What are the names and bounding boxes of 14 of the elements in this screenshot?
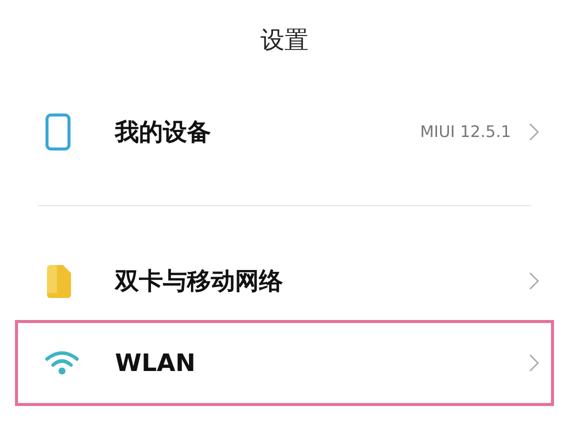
wifi-icon: [45, 350, 79, 376]
row-label: 我的设备: [115, 117, 211, 148]
settings-row[interactable]: 我的设备 MIUI 12.5.1: [0, 80, 569, 184]
tablet-icon: [45, 113, 71, 151]
chevron-icon: [529, 354, 539, 372]
sim-card-icon: [45, 263, 73, 299]
page-title: 设置: [260, 25, 308, 56]
row-value: MIUI 12.5.1: [420, 121, 511, 143]
chevron-icon: [529, 272, 539, 290]
chevron-icon: [529, 123, 539, 141]
settings-row[interactable]: 双卡与移动网络: [0, 242, 569, 320]
row-label: 双卡与移动网络: [115, 266, 283, 297]
row-label: WLAN: [115, 348, 196, 379]
settings-row[interactable]: WLAN: [15, 320, 554, 406]
